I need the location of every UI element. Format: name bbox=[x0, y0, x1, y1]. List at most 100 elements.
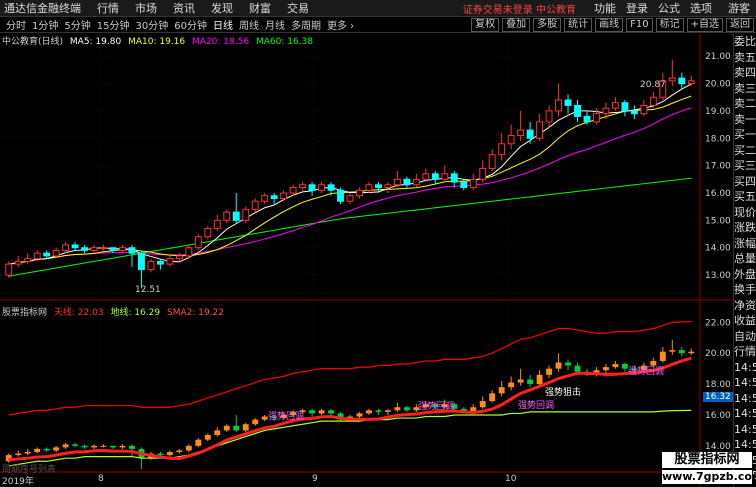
menu-xuanxiang[interactable]: 选项 bbox=[690, 0, 712, 16]
period-weekly[interactable]: 周线 bbox=[239, 17, 259, 32]
high-label: 20.87 bbox=[640, 80, 666, 90]
ma10-label: MA10: 19.16 bbox=[128, 37, 186, 47]
period-1min[interactable]: 1分钟 bbox=[32, 17, 58, 32]
period-60min[interactable]: 60分钟 bbox=[174, 17, 207, 32]
candle-body bbox=[621, 102, 629, 112]
side-tick: 14:5 bbox=[734, 438, 756, 451]
btn-fanhui[interactable]: 返回 bbox=[726, 17, 754, 32]
ind-candle-body bbox=[62, 444, 69, 448]
side-buy5: 买五 bbox=[734, 190, 756, 203]
ind-candle-body bbox=[384, 410, 391, 412]
date-label-10: 10 bbox=[505, 474, 517, 484]
menu-hangqing[interactable]: 行情 bbox=[97, 0, 119, 16]
title-bar: 通达信金融终端 行情 市场 资讯 发现 财富 交易 证券交易未登录 中公教育 功… bbox=[0, 0, 756, 17]
side-weibi: 委比 bbox=[734, 35, 756, 48]
dixian-label: 地线: 16.29 bbox=[110, 308, 161, 318]
side-zidong[interactable]: 自动 bbox=[734, 329, 756, 345]
side-zongliang: 总量 bbox=[734, 252, 756, 265]
btn-f10[interactable]: F10 bbox=[626, 17, 653, 32]
ind-candle-body bbox=[621, 364, 628, 369]
period-30min[interactable]: 30分钟 bbox=[135, 17, 168, 32]
date-label-8: 8 bbox=[98, 474, 104, 484]
candle-body bbox=[185, 247, 193, 257]
menu-zixun[interactable]: 资讯 bbox=[173, 0, 195, 16]
user-guest[interactable]: 游客 bbox=[728, 0, 750, 16]
main-legend: 中公教育(日线) MA5: 19.80 MA10: 19.16 MA20: 18… bbox=[2, 34, 313, 47]
ind-candle-body bbox=[214, 430, 221, 436]
menu-caifu[interactable]: 财富 bbox=[249, 0, 271, 16]
candle-body bbox=[147, 260, 155, 271]
period-more[interactable]: 更多 › bbox=[327, 17, 354, 32]
price-tick: 18.00 bbox=[705, 134, 731, 144]
period-5min[interactable]: 5分钟 bbox=[64, 17, 90, 32]
ind-candle-body bbox=[34, 448, 41, 453]
candle-body bbox=[536, 121, 544, 139]
candle-body bbox=[668, 77, 676, 82]
candle-body bbox=[678, 77, 686, 85]
stock-title: 中公教育(日线) bbox=[2, 37, 64, 47]
candle-body bbox=[270, 195, 278, 199]
menu-denglu[interactable]: 登录 bbox=[626, 0, 648, 16]
watermark-title: 股票指标网 bbox=[662, 452, 752, 468]
ind-candle-body bbox=[678, 350, 685, 354]
stock-link[interactable]: 中公教育 bbox=[536, 5, 576, 16]
ind-candle-body bbox=[659, 351, 666, 361]
btn-zixuan[interactable]: +自选 bbox=[686, 17, 723, 32]
side-maiwu: 卖五 bbox=[734, 50, 756, 64]
period-15min[interactable]: 15分钟 bbox=[97, 17, 130, 32]
annotation-1: 强势回调 bbox=[268, 412, 305, 422]
candle-body bbox=[611, 102, 619, 109]
candle-body bbox=[488, 154, 496, 169]
ind-candle-body bbox=[394, 407, 401, 411]
annotation-2: 强势回调 bbox=[418, 402, 455, 412]
kline-chart[interactable]: 21.00 20.00 19.00 18.00 17.00 16.00 15.00 14.00… bbox=[0, 34, 733, 487]
btn-tongji[interactable]: 统计 bbox=[564, 17, 593, 32]
candle-body bbox=[280, 192, 288, 199]
period-monthly[interactable]: 月线 bbox=[265, 17, 285, 32]
candle-body bbox=[71, 244, 79, 249]
candle-body bbox=[52, 249, 60, 257]
ind-candle-body bbox=[527, 379, 534, 385]
menu-shichang[interactable]: 市场 bbox=[135, 0, 157, 16]
period-daily[interactable]: 日线 bbox=[213, 17, 233, 32]
ind-candle-body bbox=[252, 419, 259, 425]
candle-body bbox=[602, 107, 610, 115]
candle-body bbox=[564, 99, 572, 106]
ind-candle-body bbox=[612, 364, 619, 368]
candle-body bbox=[574, 104, 581, 117]
indicator-tick: 22.00 bbox=[705, 318, 731, 328]
candle-body bbox=[356, 189, 363, 197]
btn-duogu[interactable]: 多股 bbox=[533, 17, 562, 32]
ind-candle-body bbox=[242, 424, 249, 431]
price-tick: 16.00 bbox=[705, 189, 731, 199]
menu-jiaoyi[interactable]: 交易 bbox=[287, 0, 309, 16]
candle-body bbox=[90, 247, 98, 251]
candle-body bbox=[119, 247, 126, 251]
btn-diejia[interactable]: 叠加 bbox=[502, 17, 531, 32]
candle-body bbox=[441, 173, 449, 180]
side-shouyi: 收益 bbox=[734, 314, 756, 327]
side-hangqing[interactable]: 行情 bbox=[734, 344, 756, 360]
btn-huaxian[interactable]: 画线 bbox=[595, 17, 624, 32]
btn-fuquan[interactable]: 复权 bbox=[471, 17, 500, 32]
menu-faxian[interactable]: 发现 bbox=[211, 0, 233, 16]
btn-biaoji[interactable]: 标记 bbox=[655, 17, 684, 32]
ind-candle-body bbox=[119, 445, 126, 448]
app-title: 通达信金融终端 bbox=[4, 2, 81, 15]
candle-body bbox=[289, 187, 297, 194]
menu-gongshi[interactable]: 公式 bbox=[658, 0, 680, 16]
candle-body bbox=[412, 178, 420, 186]
candle-body bbox=[5, 263, 13, 276]
notice-text: 证券交易未登录 bbox=[462, 4, 533, 16]
login-notice[interactable]: 证券交易未登录 中公教育 bbox=[463, 1, 576, 16]
menu-gongneng[interactable]: 功能 bbox=[594, 0, 616, 16]
ind-candle-body bbox=[72, 444, 79, 446]
ma5-label: MA5: 19.80 bbox=[69, 37, 122, 47]
side-panel: 委比 卖五 卖四 卖三 卖二 卖一 买一 买二 买三 买四 买五 现价 涨跌 涨… bbox=[733, 34, 756, 487]
candle-body bbox=[517, 129, 525, 137]
candle-body bbox=[583, 115, 591, 123]
period-multi[interactable]: 多周期 bbox=[291, 17, 321, 32]
ind-candle-body bbox=[166, 452, 173, 456]
ind-candle-body bbox=[603, 367, 609, 371]
period-fenshi[interactable]: 分时 bbox=[6, 17, 26, 32]
